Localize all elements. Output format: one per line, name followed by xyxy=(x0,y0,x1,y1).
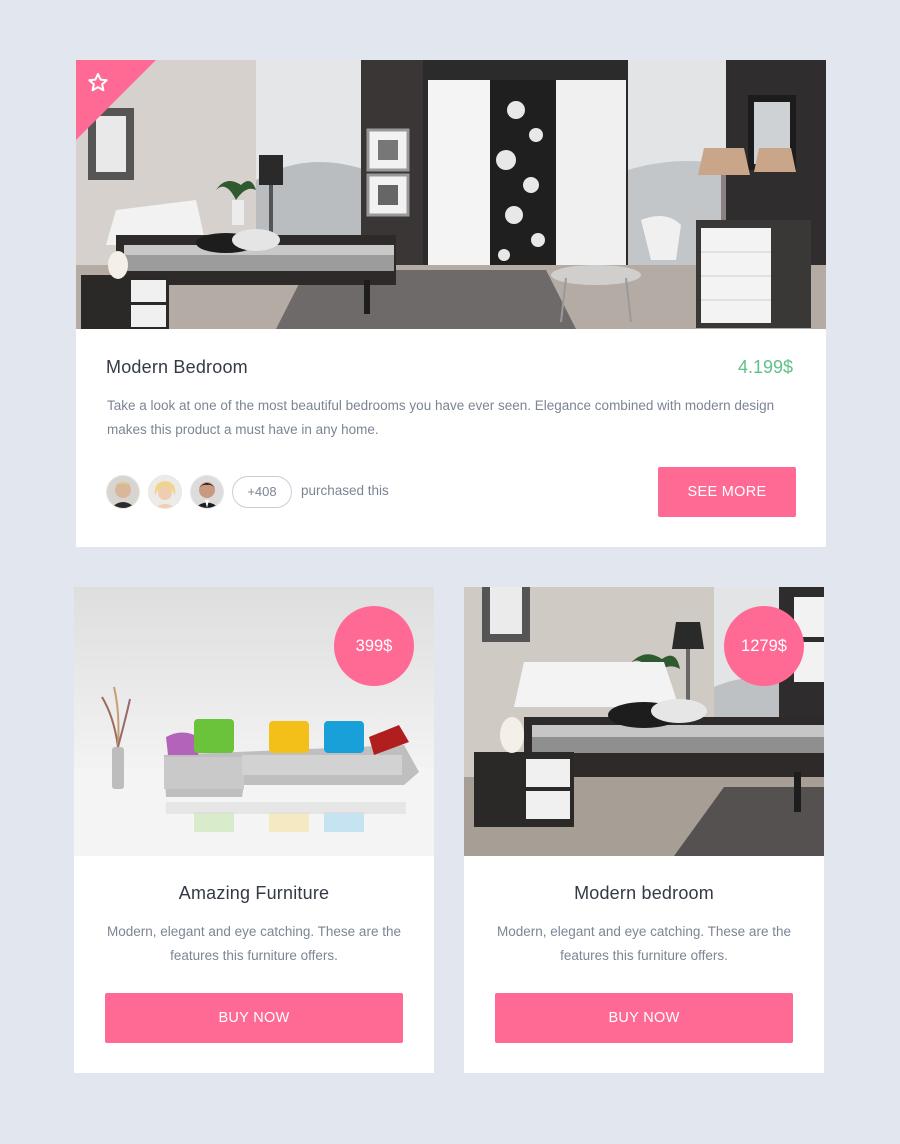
avatar[interactable] xyxy=(190,475,224,509)
product-title: Modern Bedroom xyxy=(106,357,248,377)
featured-product-card: Modern Bedroom 4.199$ Take a look at one… xyxy=(76,60,826,547)
purchased-label: purchased this xyxy=(301,483,389,498)
avatar[interactable] xyxy=(148,475,182,509)
product-card: 399$ Amazing Furniture Modern, elegant a… xyxy=(74,587,434,1073)
favorite-ribbon[interactable] xyxy=(76,60,156,140)
price-badge: 399$ xyxy=(334,606,414,686)
product-description: Take a look at one of the most beautiful… xyxy=(107,398,775,437)
product-title: Modern bedroom xyxy=(574,883,714,903)
bedroom-photo[interactable] xyxy=(76,60,826,329)
sofa-photo[interactable]: 399$ xyxy=(74,587,434,856)
see-more-button[interactable]: SEE MORE xyxy=(658,467,796,517)
buy-now-button[interactable]: BUY NOW xyxy=(495,993,793,1043)
bedroom-photo[interactable]: 1279$ xyxy=(464,587,824,856)
product-description: Modern, elegant and eye catching. These … xyxy=(497,924,791,963)
bedroom-illustration xyxy=(76,60,826,329)
price-badge: 1279$ xyxy=(724,606,804,686)
buy-now-button[interactable]: BUY NOW xyxy=(105,993,403,1043)
product-description: Modern, elegant and eye catching. These … xyxy=(107,924,401,963)
purchaser-count-badge[interactable]: +408 xyxy=(232,476,292,508)
product-price: 4.199$ xyxy=(737,357,793,377)
product-card: 1279$ Modern bedroom Modern, elegant and… xyxy=(464,587,824,1073)
avatar[interactable] xyxy=(106,475,140,509)
product-title: Amazing Furniture xyxy=(178,883,330,903)
